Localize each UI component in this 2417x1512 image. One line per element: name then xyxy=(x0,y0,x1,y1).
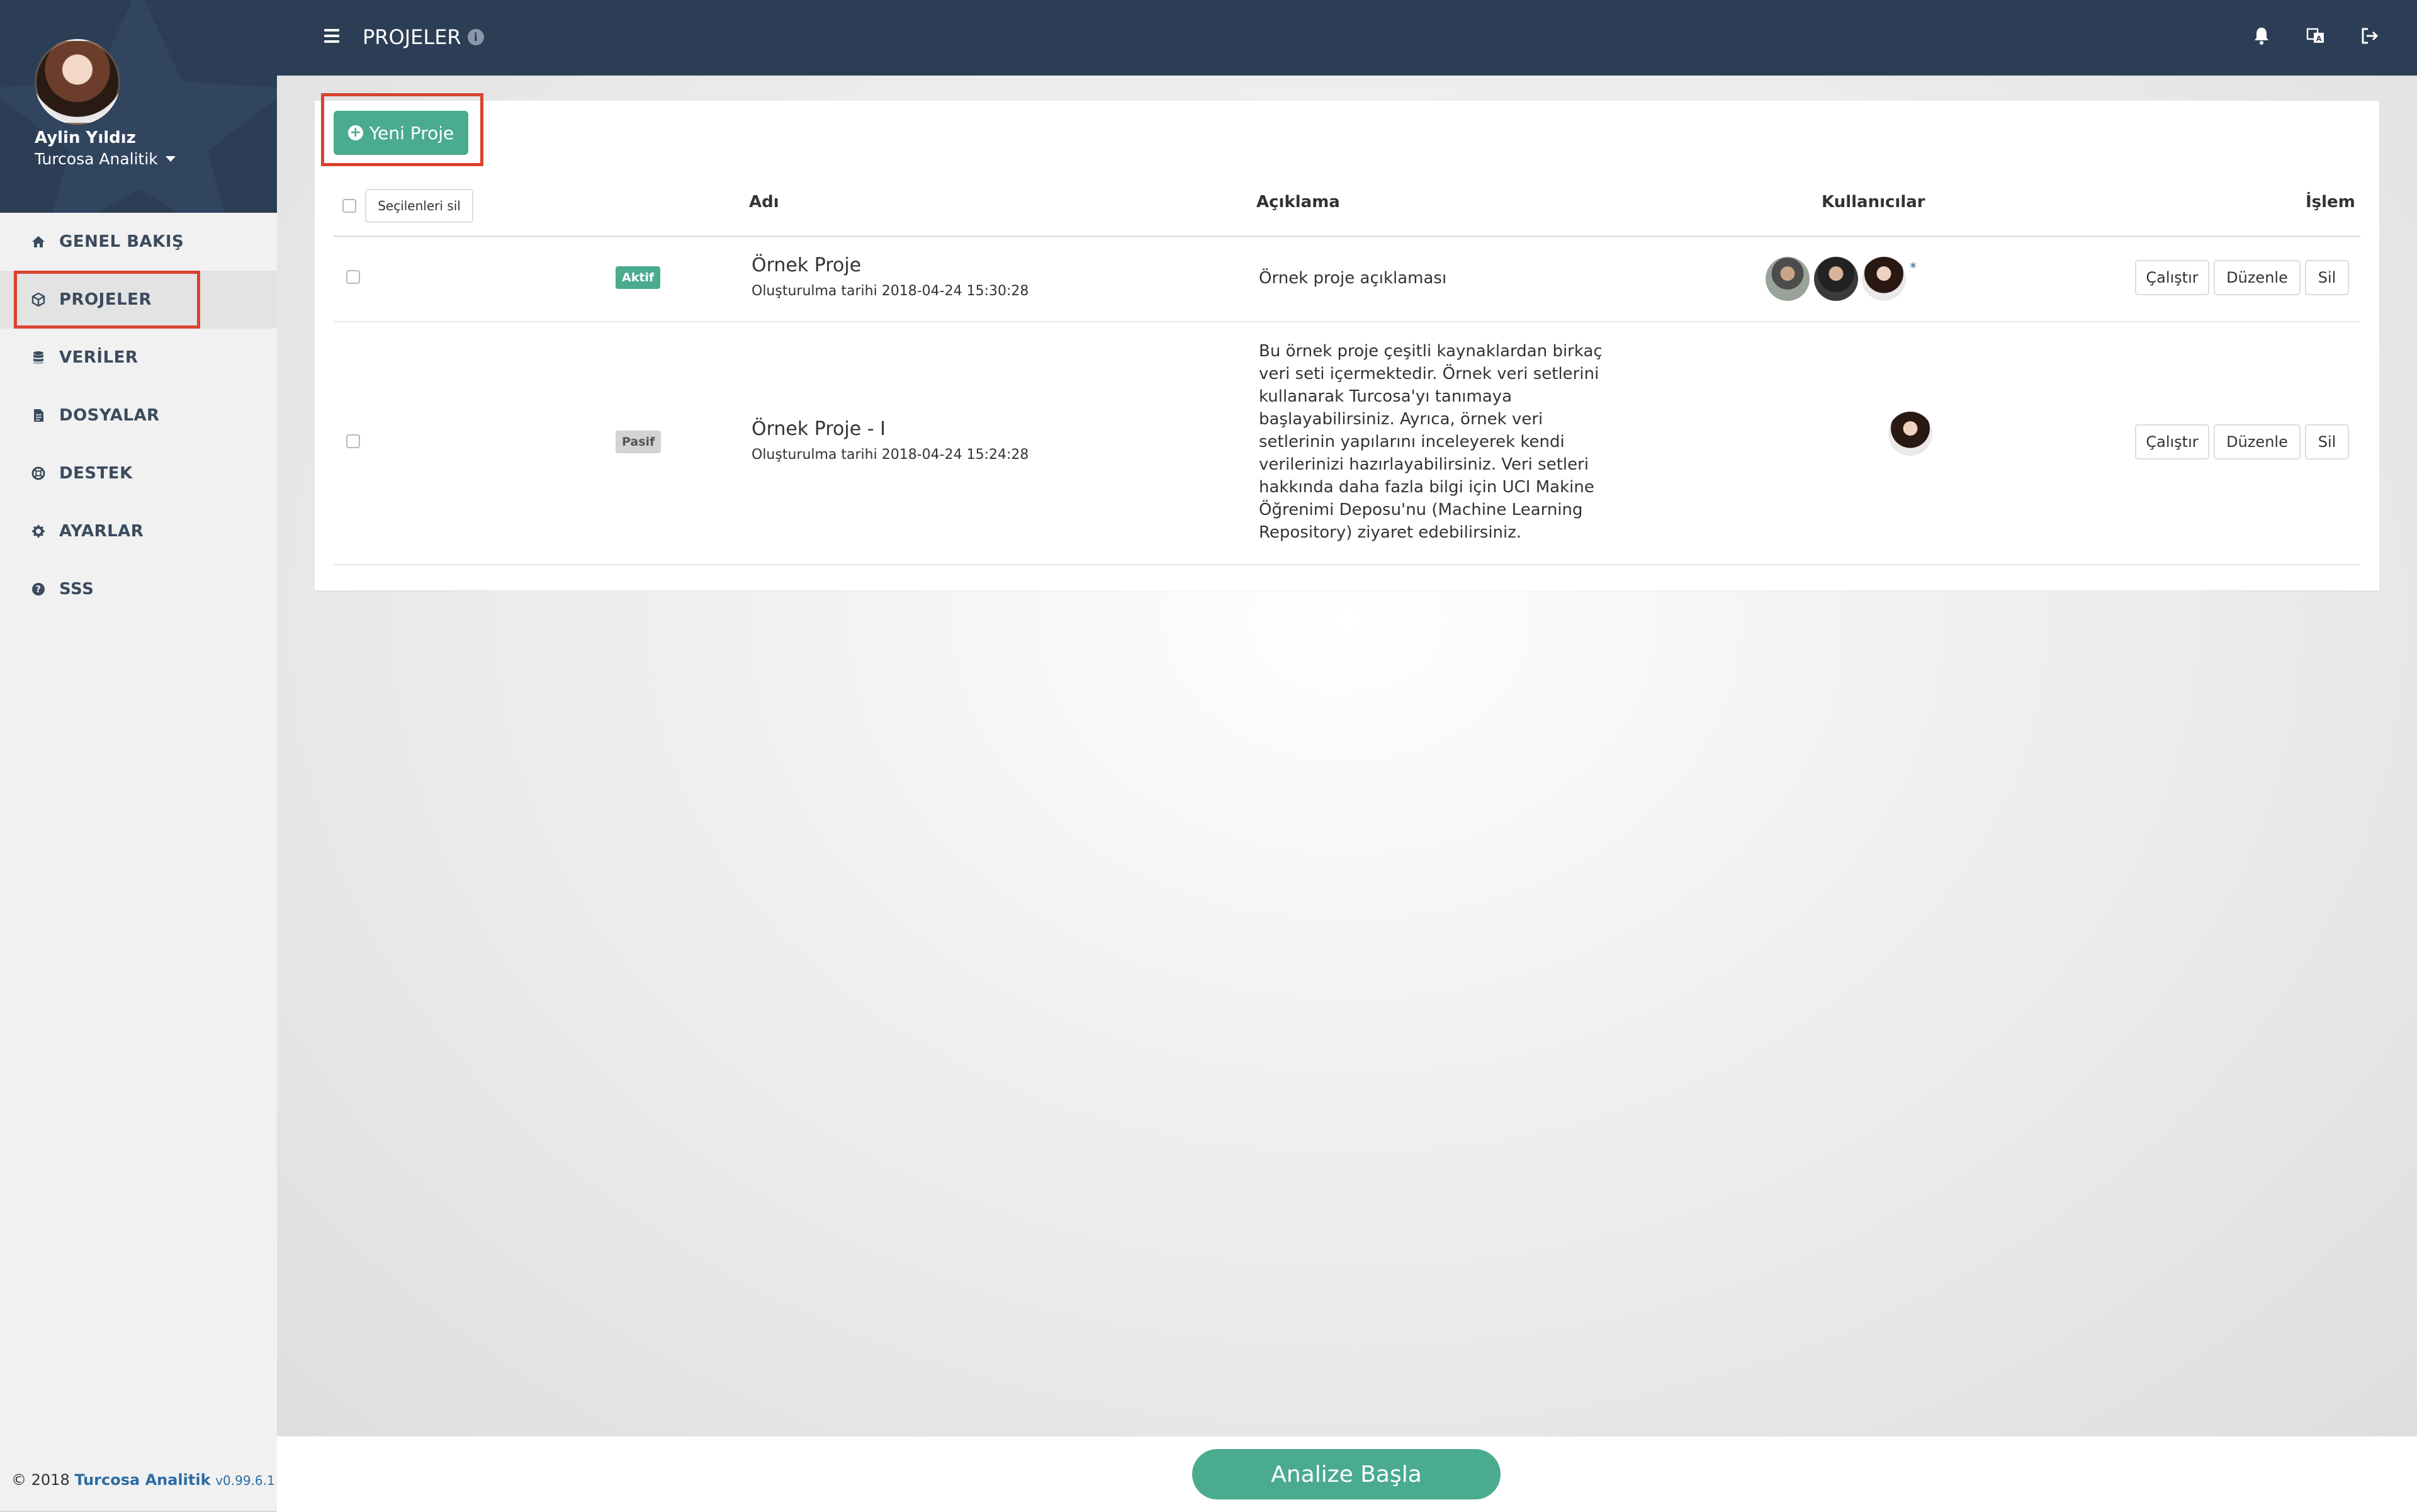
sidebar-item-label: VERİLER xyxy=(59,348,138,367)
project-description: Örnek proje açıklaması xyxy=(1259,269,1447,288)
run-button[interactable]: Çalıştır xyxy=(2135,260,2209,295)
column-header-name: Adı xyxy=(749,193,779,212)
user-avatar[interactable] xyxy=(1888,412,1932,456)
sidebar: Aylin Yıldız Turcosa Analitik GENEL BAKI… xyxy=(0,0,278,1511)
plus-circle-icon: + xyxy=(347,125,363,140)
file-icon xyxy=(31,409,45,422)
svg-text:?: ? xyxy=(35,584,41,595)
project-created-date: Oluşturulma tarihi 2018-04-24 15:30:28 xyxy=(752,283,1029,299)
page-title-text: PROJELER xyxy=(363,25,461,49)
top-bar: PROJELER i A xyxy=(277,0,2417,76)
sidebar-item-label: SSS xyxy=(59,580,94,599)
footer-brand-link[interactable]: Turcosa Analitik xyxy=(74,1471,210,1489)
delete-selected-button[interactable]: Seçilenleri sil xyxy=(365,189,473,223)
sidebar-item-dosyalar[interactable]: DOSYALAR xyxy=(0,386,277,444)
delete-button[interactable]: Sil xyxy=(2305,424,2349,460)
column-header-description: Açıklama xyxy=(1256,193,1340,212)
language-icon[interactable]: A xyxy=(2306,26,2325,45)
sidebar-item-label: GENEL BAKIŞ xyxy=(59,232,184,251)
logout-icon[interactable] xyxy=(2360,26,2379,45)
header-icons: A xyxy=(2252,26,2379,45)
select-all-checkbox[interactable] xyxy=(342,199,356,213)
version-text: v0.99.6.1 xyxy=(215,1473,275,1488)
database-icon xyxy=(31,351,45,364)
sidebar-item-veriler[interactable]: VERİLER xyxy=(0,329,277,386)
copyright-text: © 2018 xyxy=(11,1471,70,1489)
project-name-link[interactable]: Örnek Proje - I xyxy=(752,418,886,440)
background-star-decoration xyxy=(0,0,277,213)
sidebar-item-label: DESTEK xyxy=(59,464,133,483)
edit-button[interactable]: Düzenle xyxy=(2214,260,2301,295)
sidebar-item-ayarlar[interactable]: AYARLAR xyxy=(0,502,277,560)
table-row: Aktif Örnek Proje Oluşturulma tarihi 201… xyxy=(334,235,2360,322)
owner-star-mark: * xyxy=(1910,261,1917,276)
sidebar-item-label: AYARLAR xyxy=(59,522,144,541)
delete-button[interactable]: Sil xyxy=(2305,260,2349,295)
footer-copyright: © 2018 Turcosa Analitik v0.99.6.1 xyxy=(11,1471,275,1489)
row-checkbox[interactable] xyxy=(346,434,360,448)
menu-toggle-icon[interactable] xyxy=(324,29,339,43)
user-name: Aylin Yıldız xyxy=(35,128,136,147)
table-row: Pasif Örnek Proje - I Oluşturulma tarihi… xyxy=(334,321,2360,565)
organization-name: Turcosa Analitik xyxy=(35,150,158,168)
caret-down-icon xyxy=(165,156,176,162)
page-title: PROJELER i xyxy=(363,25,484,49)
info-icon[interactable]: i xyxy=(467,29,484,45)
question-icon: ? xyxy=(31,582,45,596)
table-header: Seçilenleri sil Adı Açıklama Kullanıcıla… xyxy=(334,186,2360,237)
bottom-bar: Analize Başla xyxy=(277,1435,2417,1512)
gear-icon xyxy=(31,524,45,538)
project-created-date: Oluşturulma tarihi 2018-04-24 15:24:28 xyxy=(752,447,1029,463)
sidebar-item-destek[interactable]: DESTEK xyxy=(0,444,277,502)
sidebar-item-sss[interactable]: ? SSS xyxy=(0,560,277,618)
organization-dropdown[interactable]: Turcosa Analitik xyxy=(35,150,176,168)
column-header-users: Kullanıcılar xyxy=(1822,193,1925,212)
new-project-button[interactable]: + Yeni Proje xyxy=(334,111,468,155)
row-checkbox[interactable] xyxy=(346,270,360,284)
user-avatar[interactable] xyxy=(1862,257,1906,301)
project-name-link[interactable]: Örnek Proje xyxy=(752,254,861,276)
user-avatar[interactable] xyxy=(1814,257,1858,301)
svg-text:A: A xyxy=(2316,35,2322,43)
start-analysis-button[interactable]: Analize Başla xyxy=(1192,1449,1501,1499)
sidebar-item-genel-bakis[interactable]: GENEL BAKIŞ xyxy=(0,213,277,271)
column-header-actions: İşlem xyxy=(2306,193,2355,212)
lifebuoy-icon xyxy=(31,466,45,480)
bell-icon[interactable] xyxy=(2252,26,2271,45)
status-badge: Pasif xyxy=(616,431,662,453)
new-project-label: Yeni Proje xyxy=(369,122,454,144)
profile-panel: Aylin Yıldız Turcosa Analitik xyxy=(0,0,277,213)
edit-button[interactable]: Düzenle xyxy=(2214,424,2301,460)
user-avatar[interactable] xyxy=(35,39,120,125)
projeler-highlight-frame xyxy=(14,271,200,329)
project-description: Bu örnek proje çeşitli kaynaklardan birk… xyxy=(1259,342,1603,542)
home-icon xyxy=(31,235,45,249)
sidebar-item-label: DOSYALAR xyxy=(59,406,160,425)
user-avatar[interactable] xyxy=(1766,257,1810,301)
status-badge: Aktif xyxy=(616,266,661,289)
run-button[interactable]: Çalıştır xyxy=(2135,424,2209,460)
